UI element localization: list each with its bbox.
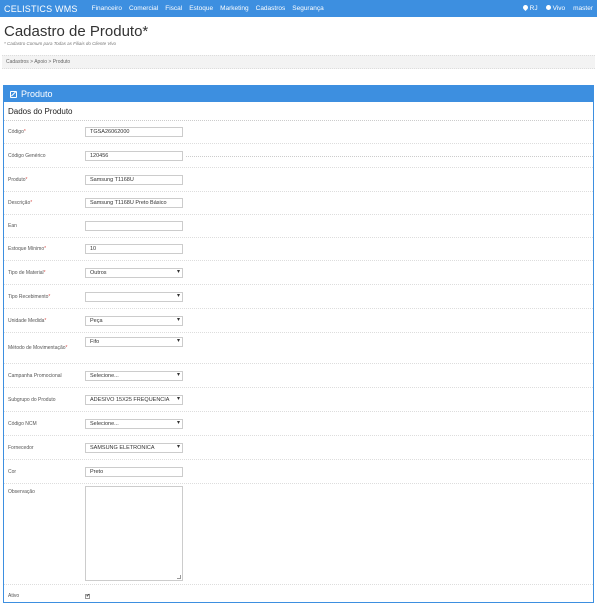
location-selector[interactable]: RJ xyxy=(521,3,538,12)
observacao-textarea[interactable] xyxy=(85,486,183,581)
cor-input[interactable]: Preto xyxy=(85,466,183,477)
label-subgrupo: Subgrupo do Produto xyxy=(8,396,56,403)
tipo-material-select[interactable]: Outros xyxy=(85,267,183,278)
label-ativo: Ativo xyxy=(8,593,20,599)
unidade-medida-select[interactable]: Peça xyxy=(85,315,183,326)
nav-marketing[interactable]: Marketing xyxy=(220,5,249,12)
label-fornecedor: Fornecedor xyxy=(8,444,34,451)
label-metodo-movimentacao: Método de Movimentação* xyxy=(8,345,68,351)
edit-icon xyxy=(10,90,17,98)
nav-financeiro[interactable]: Financeiro xyxy=(92,5,122,12)
nav-fiscal[interactable]: Fiscal xyxy=(165,5,182,12)
row-descricao: Descrição* Samsung T1168U Preto Básico xyxy=(4,192,593,215)
subgrupo-select[interactable]: ADESIVO 15X25 FREQUENCIA xyxy=(85,394,183,405)
user-menu[interactable]: master xyxy=(573,5,593,12)
page-subtitle: * Cadastro Comum para Todas as Filiais d… xyxy=(4,41,117,46)
nav-right: RJ Vivo master xyxy=(515,3,593,12)
row-ncm: Código NCM Selecione... xyxy=(4,412,593,436)
page-title: Cadastro de Produto* xyxy=(4,23,149,40)
product-panel: Produto Dados do Produto Código* TGSA260… xyxy=(3,85,594,603)
row-subgrupo: Subgrupo do Produto ADESIVO 15X25 FREQUE… xyxy=(4,388,593,412)
ativo-checkbox[interactable]: ✔ xyxy=(85,593,90,599)
row-codigo-generico: Código Genérico 120456 xyxy=(4,144,593,168)
label-unidade-medida: Unidade Medida* xyxy=(8,317,47,324)
nav-comercial[interactable]: Comercial xyxy=(129,5,158,12)
label-cor: Cor xyxy=(8,468,17,475)
nav-estoque[interactable]: Estoque xyxy=(189,5,213,12)
metodo-movimentacao-select[interactable]: Fifo xyxy=(85,337,183,347)
label-estoque-minimo: Estoque Mínimo* xyxy=(8,246,47,252)
breadcrumb: Cadastros > Apoio > Produto xyxy=(2,55,595,69)
label-tipo-material: Tipo de Material* xyxy=(8,269,46,276)
label-codigo-generico: Código Genérico xyxy=(8,152,46,159)
page-header: Cadastro de Produto* * Cadastro Comum pa… xyxy=(0,17,597,46)
row-estoque-minimo: Estoque Mínimo* 10 xyxy=(4,238,593,261)
label-tipo-recebimento: Tipo Recebimento* xyxy=(8,293,51,300)
section-title: Dados do Produto xyxy=(4,102,593,121)
row-campanha: Campanha Promocional Selecione... xyxy=(4,364,593,388)
label-codigo: Código* xyxy=(8,129,26,135)
label-ncm: Código NCM xyxy=(8,420,37,427)
codigo-generico-input[interactable]: 120456 xyxy=(85,150,183,161)
nav-seguranca[interactable]: Segurança xyxy=(292,5,323,12)
row-metodo-movimentacao: Método de Movimentação* Fifo xyxy=(4,333,593,364)
fornecedor-select[interactable]: SAMSUNG ELETRONICA xyxy=(85,442,183,453)
label-ean: Ean xyxy=(8,223,17,229)
company-selector[interactable]: Vivo xyxy=(545,5,565,12)
row-unidade-medida: Unidade Medida* Peça xyxy=(4,309,593,333)
panel-title: Produto xyxy=(21,89,53,99)
row-tipo-material: Tipo de Material* Outros xyxy=(4,261,593,285)
brand-logo[interactable]: CELISTICS WMS xyxy=(4,4,78,14)
estoque-minimo-input[interactable]: 10 xyxy=(85,244,183,254)
label-campanha: Campanha Promocional xyxy=(8,372,62,379)
label-observacao: Observação xyxy=(8,489,35,495)
row-observacao: Observação xyxy=(4,484,593,585)
produto-input[interactable]: Samsung T1168U xyxy=(85,174,183,185)
ncm-select[interactable]: Selecione... xyxy=(85,418,183,429)
row-fornecedor: Fornecedor SAMSUNG ELETRONICA xyxy=(4,436,593,460)
codigo-input[interactable]: TGSA26062000 xyxy=(85,127,183,137)
label-descricao: Descrição* xyxy=(8,200,33,206)
ean-input[interactable] xyxy=(85,221,183,231)
panel-header: Produto xyxy=(4,86,593,102)
tipo-recebimento-select[interactable] xyxy=(85,291,183,302)
row-codigo: Código* TGSA26062000 xyxy=(4,121,593,144)
row-ean: Ean xyxy=(4,215,593,238)
user-icon xyxy=(545,5,551,10)
row-tipo-recebimento: Tipo Recebimento* xyxy=(4,285,593,309)
row-produto: Produto* Samsung T1168U xyxy=(4,168,593,192)
row-cor: Cor Preto xyxy=(4,460,593,484)
map-marker-icon xyxy=(521,3,529,12)
nav-cadastros[interactable]: Cadastros xyxy=(256,5,286,12)
row-ativo: Ativo ✔ xyxy=(4,585,593,602)
top-navbar: CELISTICS WMS Financeiro Comercial Fisca… xyxy=(0,0,597,17)
label-produto: Produto* xyxy=(8,176,28,183)
descricao-input[interactable]: Samsung T1168U Preto Básico xyxy=(85,198,183,208)
campanha-select[interactable]: Selecione... xyxy=(85,370,183,381)
